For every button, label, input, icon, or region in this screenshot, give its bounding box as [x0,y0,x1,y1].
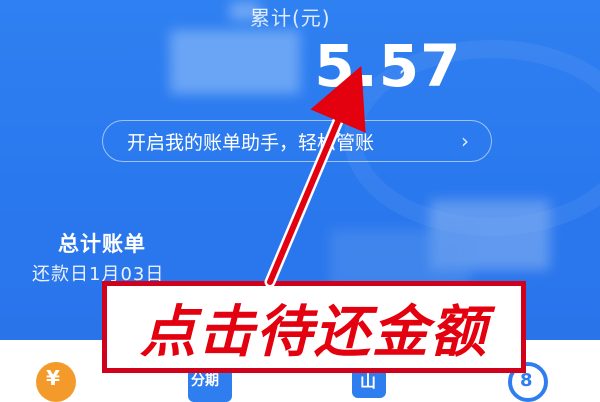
bill-assistant-label: 开启我的账单助手，轻松管账 [127,131,375,154]
blurred-region [170,30,300,94]
tab-glyph: 分期 [191,373,219,389]
amount-value: 5.57 [314,32,462,100]
total-bill-title[interactable]: 总计账单 [58,228,146,258]
cumulative-label: 累计(元) [250,6,331,30]
chevron-right-icon: › [461,129,469,153]
annotation-callout: 点击待还金额 [102,281,526,373]
chevron-right-icon[interactable]: › [398,50,409,83]
tab-glyph: ¥ [46,366,60,390]
bill-assistant-button[interactable]: 开启我的账单助手，轻松管账 › [102,120,492,162]
tab-glyph: 8 [520,370,533,391]
orange-circle-icon[interactable]: ¥ [36,362,76,402]
annotation-text: 点击待还金额 [140,299,488,365]
